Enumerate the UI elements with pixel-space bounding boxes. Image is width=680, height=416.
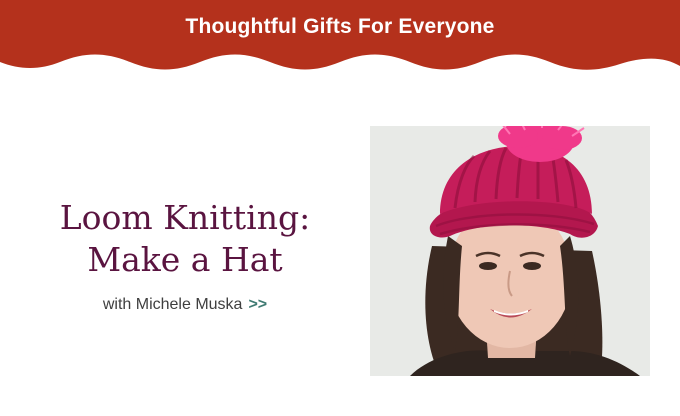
header-banner: Thoughtful Gifts For Everyone <box>0 0 680 80</box>
banner-title: Thoughtful Gifts For Everyone <box>185 15 495 38</box>
course-photo[interactable] <box>370 126 650 376</box>
chevron-right-icon[interactable]: >> <box>248 296 267 313</box>
course-title-line-1[interactable]: Loom Knitting: <box>0 197 370 239</box>
wavy-banner-shape <box>0 0 680 70</box>
course-title-line-2[interactable]: Make a Hat <box>0 239 370 281</box>
instructor-link[interactable]: with Michele Muska >> <box>0 296 370 314</box>
course-title[interactable]: Loom Knitting: Make a Hat <box>0 197 370 281</box>
instructor-byline[interactable]: with Michele Muska <box>103 296 243 313</box>
email-page: Thoughtful Gifts For Everyone Loom Knitt… <box>0 0 680 416</box>
portrait-photo-icon <box>370 126 650 376</box>
